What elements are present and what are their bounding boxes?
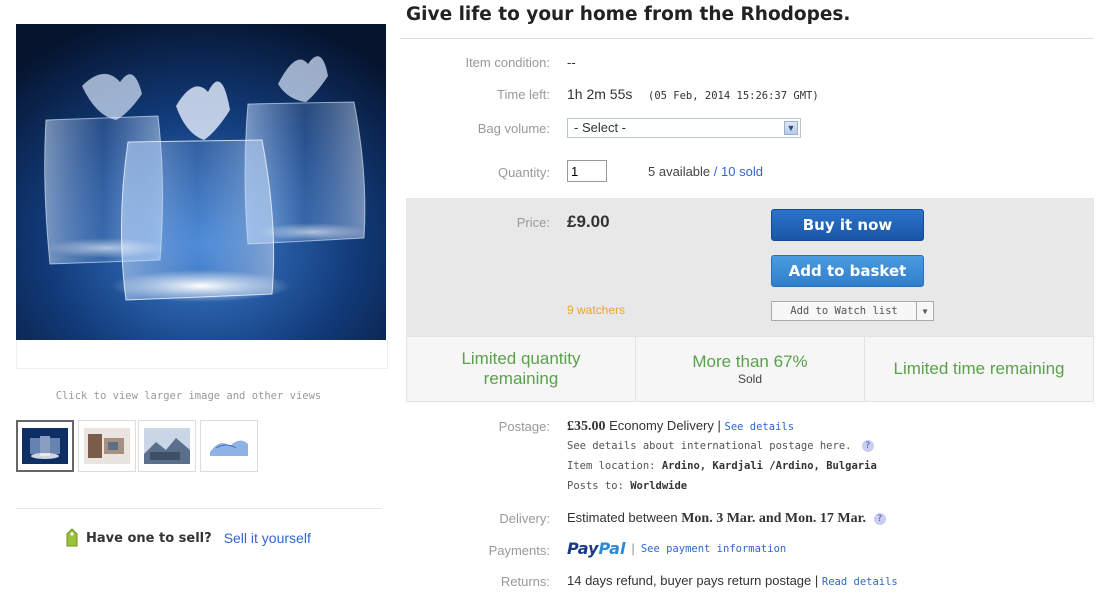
time-left-end: (05 Feb, 2014 15:26:37 GMT) (648, 90, 819, 102)
image-frame-bottom (16, 340, 388, 369)
price-label: Price: (516, 215, 550, 230)
main-product-image[interactable] (16, 24, 386, 340)
thumbnail-1[interactable] (16, 420, 74, 472)
returns-label: Returns: (500, 574, 550, 589)
item-location-label: Item location: (567, 460, 656, 472)
chevron-down-icon[interactable]: ▼ (916, 302, 933, 320)
watchers-count: 9 watchers (567, 303, 626, 317)
postage-line: £35.00 Economy Delivery | See details (567, 418, 794, 435)
sell-prompt: Have one to sell? Sell it yourself (64, 528, 311, 548)
condition-value: -- (567, 55, 576, 70)
quantity-label: Quantity: (497, 165, 550, 180)
promo-banner: Limited quantity remaining More than 67%… (406, 336, 1094, 402)
item-location-value: Ardino, Kardjali /Ardino, Bulgaria (661, 460, 877, 472)
returns-info: 14 days refund, buyer pays return postag… (567, 573, 898, 588)
info-icon[interactable]: ? (873, 512, 886, 525)
availability: 5 available / 10 sold (648, 164, 763, 179)
international-postage-text: See details about international postage … (567, 440, 852, 452)
payments-label: Payments: (488, 543, 550, 558)
postage-label: Postage: (498, 419, 550, 434)
payments-separator: | (631, 541, 635, 556)
bag-volume-label: Bag volume: (477, 121, 550, 136)
watch-list-label: Add to Watch list (790, 305, 898, 317)
posts-to-value: Worldwide (630, 480, 688, 492)
available-count: 5 available (648, 164, 711, 179)
promo-percent-sold: More than 67% Sold (636, 337, 865, 401)
sell-question: Have one to sell? (86, 530, 212, 546)
product-photo-bags (16, 24, 386, 340)
delivery-estimate: Estimated between Mon. 3 Mar. and Mon. 1… (567, 510, 886, 527)
thumbnail-bags-image (22, 428, 68, 464)
posts-to-label: Posts to: (567, 480, 624, 492)
promo-limited-quantity: Limited quantity remaining (407, 337, 636, 401)
postage-see-details-link[interactable]: See details (725, 421, 795, 433)
thumbnail-2[interactable] (78, 420, 136, 472)
left-divider (16, 508, 382, 509)
chevron-down-icon[interactable]: ▼ (784, 121, 798, 135)
thumbnail-4[interactable] (200, 420, 258, 472)
listing-title: Give life to your home from the Rhodopes… (406, 4, 851, 25)
paypal-logo: PayPal (567, 539, 625, 558)
quantity-input[interactable] (567, 160, 607, 182)
postage-price: £35.00 (567, 419, 606, 434)
returns-read-details-link[interactable]: Read details (822, 576, 898, 588)
bag-volume-select[interactable]: - Select - ▼ (567, 118, 801, 138)
time-left-label: Time left: (497, 87, 550, 102)
bag-volume-selected-value: - Select - (574, 120, 627, 135)
promo-line: remaining (483, 369, 559, 388)
thumbnail-room-image (84, 428, 130, 464)
price-value: £9.00 (567, 212, 610, 231)
delivery-range: Mon. 3 Mar. and Mon. 17 Mar. (681, 511, 867, 526)
international-postage-note: See details about international postage … (567, 440, 874, 452)
buy-it-now-button[interactable]: Buy it now (771, 209, 924, 241)
thumbnail-water-image (206, 428, 252, 464)
sold-separator: / (713, 164, 718, 179)
sell-it-yourself-link[interactable]: Sell it yourself (224, 530, 311, 546)
promo-limited-time: Limited time remaining (865, 337, 1093, 401)
thumbnail-landscape-image (144, 428, 190, 464)
thumbnail-3[interactable] (138, 420, 196, 472)
paypal-logo-pay: Pay (567, 539, 599, 558)
delivery-prefix: Estimated between (567, 510, 678, 525)
paypal-logo-pal: Pal (598, 539, 626, 558)
payments-info: PayPal | See payment information (567, 539, 786, 558)
price-tag-icon (66, 528, 78, 547)
promo-line: More than 67% (692, 352, 808, 371)
condition-label: Item condition: (465, 55, 550, 70)
sold-count-link[interactable]: 10 sold (721, 164, 763, 179)
gallery-hint: Click to view larger image and other vie… (55, 390, 322, 402)
see-payment-information-link[interactable]: See payment information (641, 543, 786, 555)
title-divider (400, 38, 1094, 39)
promo-subline: Sold (737, 372, 763, 386)
add-to-watch-list-button[interactable]: Add to Watch list ▼ (771, 301, 934, 321)
delivery-label: Delivery: (499, 511, 550, 526)
promo-line: Limited time remaining (893, 359, 1065, 378)
add-to-basket-button[interactable]: Add to basket (771, 255, 924, 287)
info-icon[interactable]: ? (861, 440, 874, 452)
promo-line: Limited quantity (461, 349, 581, 368)
returns-text: 14 days refund, buyer pays return postag… (567, 573, 819, 588)
postage-method: Economy Delivery | (609, 418, 721, 433)
posts-to: Posts to: Worldwide (567, 480, 687, 492)
item-location: Item location: Ardino, Kardjali /Ardino,… (567, 460, 877, 472)
time-left-value: 1h 2m 55s (567, 86, 633, 102)
